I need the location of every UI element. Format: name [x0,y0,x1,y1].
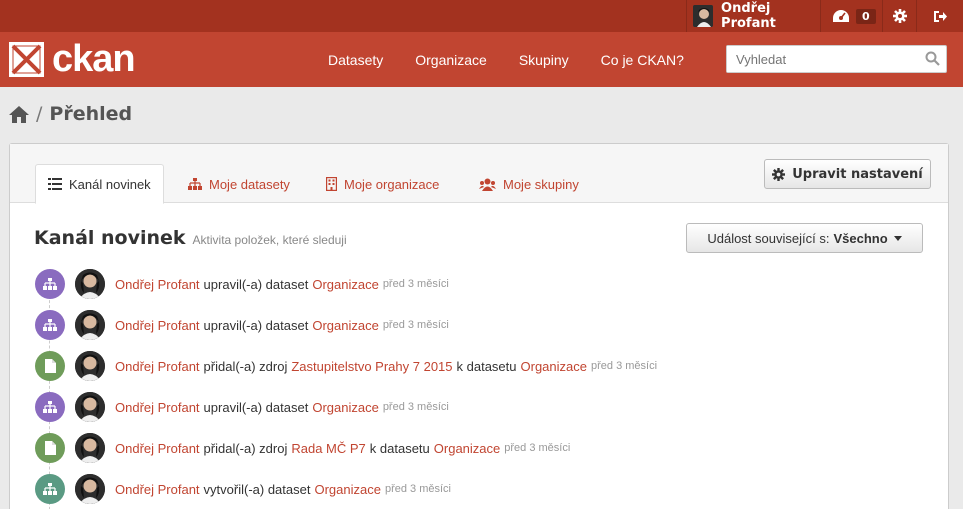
activity-item: Ondřej Profant upravil(-a) dataset Organiz… [35,269,449,299]
activity-user-link[interactable]: Ondřej Profant [115,359,200,374]
activity-item: Ondřej Profant přidal(-a) zdroj Rada MČ P7… [35,433,570,463]
activity-dataset-link[interactable]: Organizace [434,441,500,456]
activity-verb: upravil(-a) dataset [203,317,309,333]
activity-timestamp: před 3 měsíci [591,360,658,372]
activity-user-link[interactable]: Ondřej Profant [115,482,200,497]
activity-user-link[interactable]: Ondřej Profant [115,277,200,292]
tab-label: Moje organizace [344,176,440,192]
settings-link[interactable] [882,0,916,32]
activity-user-link[interactable]: Ondřej Profant [115,441,200,456]
activity-resource-link[interactable]: Rada MČ P7 [291,441,365,456]
activity-dataset-link[interactable]: Organizace [314,482,380,497]
tab-my-datasets[interactable]: Moje datasety [188,165,290,203]
user-avatar[interactable] [75,310,105,340]
list-icon [48,178,62,190]
activity-filter-dropdown[interactable]: Událost související s: Všechno [686,223,923,253]
page-subtitle: Aktivita položek, které sleduji [192,233,347,247]
activity-item: Ondřej Profant vytvořil(-a) dataset Organi… [35,474,451,504]
activity-user-link[interactable]: Ondřej Profant [115,318,200,333]
search-box [726,45,947,73]
dashboard-link[interactable]: 0 [820,0,882,32]
tab-news-feed[interactable]: Kanál novinek [35,164,164,204]
logout-link[interactable] [916,0,963,32]
activity-edit-icon [35,392,65,422]
activity-timestamp: před 3 měsíci [382,319,449,331]
activity-edit-icon [35,269,65,299]
gear-icon [772,167,786,181]
breadcrumb-separator: / [36,103,43,125]
ckan-logo-icon [9,42,44,77]
nav-organizace[interactable]: Organizace [415,52,487,68]
user-menu[interactable]: Ondřej Profant [686,0,820,32]
activity-item: Ondřej Profant přidal(-a) zdroj Zastupitel… [35,351,657,381]
main-nav: Datasety Organizace Skupiny Co je CKAN? [328,32,716,87]
activity-item: Ondřej Profant upravil(-a) dataset Organiz… [35,310,449,340]
activity-dataset-link[interactable]: Organizace [312,277,378,292]
activity-link-text: k datasetu [369,440,430,456]
filter-prefix: Událost související s: [707,230,830,246]
filter-value: Všechno [833,230,888,246]
page-heading: Kanál novinek Aktivita položek, které sl… [34,227,347,249]
breadcrumb-current[interactable]: Přehled [49,103,132,125]
account-bar: Ondřej Profant 0 [0,0,963,32]
caret-down-icon [893,235,902,241]
activity-verb: vytvořil(-a) dataset [203,481,311,497]
tab-label: Moje datasety [209,176,290,192]
edit-settings-label: Upravit nastavení [792,166,923,182]
dashboard-count-badge: 0 [856,8,876,24]
activity-create-icon [35,474,65,504]
activity-edit-icon [35,310,65,340]
nav-datasety[interactable]: Datasety [328,52,383,68]
nav-about[interactable]: Co je CKAN? [601,52,684,68]
activity-resource-icon [35,351,65,381]
activity-verb: přidal(-a) zdroj [203,440,288,456]
activity-link-text: k datasetu [456,358,517,374]
dashboard-panel: Kanál novinek Moje datasety Moje organiz… [9,143,949,509]
sitemap-icon [188,178,202,190]
activity-timestamp: před 3 měsíci [382,278,449,290]
activity-timestamp: před 3 měsíci [384,483,451,495]
activity-user-link[interactable]: Ondřej Profant [115,400,200,415]
user-avatar[interactable] [75,392,105,422]
sign-out-icon [933,10,947,22]
ckan-logo[interactable]: ckan [9,38,136,80]
tab-my-organizations[interactable]: Moje organizace [326,165,439,203]
activity-verb: upravil(-a) dataset [203,276,309,292]
user-avatar[interactable] [75,474,105,504]
group-icon [479,178,496,191]
tab-label: Moje skupiny [503,176,579,192]
activity-resource-link[interactable]: Zastupitelstvo Prahy 7 2015 [291,359,452,374]
activity-dataset-link[interactable]: Organizace [312,400,378,415]
home-icon[interactable] [9,105,29,123]
activity-timestamp: před 3 měsíci [382,401,449,413]
dashboard-icon [833,10,849,22]
tab-my-groups[interactable]: Moje skupiny [479,165,579,203]
activity-verb: přidal(-a) zdroj [203,358,288,374]
tab-label: Kanál novinek [69,176,151,192]
user-avatar[interactable] [75,433,105,463]
activity-timestamp: před 3 měsíci [504,442,571,454]
dashboard-tabs: Kanál novinek Moje datasety Moje organiz… [10,144,948,204]
edit-settings-button[interactable]: Upravit nastavení [764,159,931,189]
nav-skupiny[interactable]: Skupiny [519,52,569,68]
search-icon[interactable] [925,51,940,66]
page-title: Kanál novinek [34,227,186,249]
building-icon [326,177,337,191]
activity-resource-icon [35,433,65,463]
logo-text: ckan [52,38,136,80]
activity-dataset-link[interactable]: Organizace [312,318,378,333]
user-avatar[interactable] [75,269,105,299]
user-avatar [693,5,714,27]
user-avatar[interactable] [75,351,105,381]
search-input[interactable] [727,46,917,72]
masthead: ckan Datasety Organizace Skupiny Co je C… [0,32,963,87]
activity-dataset-link[interactable]: Organizace [521,359,587,374]
breadcrumb: / Přehled [9,103,132,125]
activity-item: Ondřej Profant upravil(-a) dataset Organiz… [35,392,449,422]
user-name: Ondřej Profant [721,1,776,31]
gear-icon [892,9,907,23]
activity-verb: upravil(-a) dataset [203,399,309,415]
